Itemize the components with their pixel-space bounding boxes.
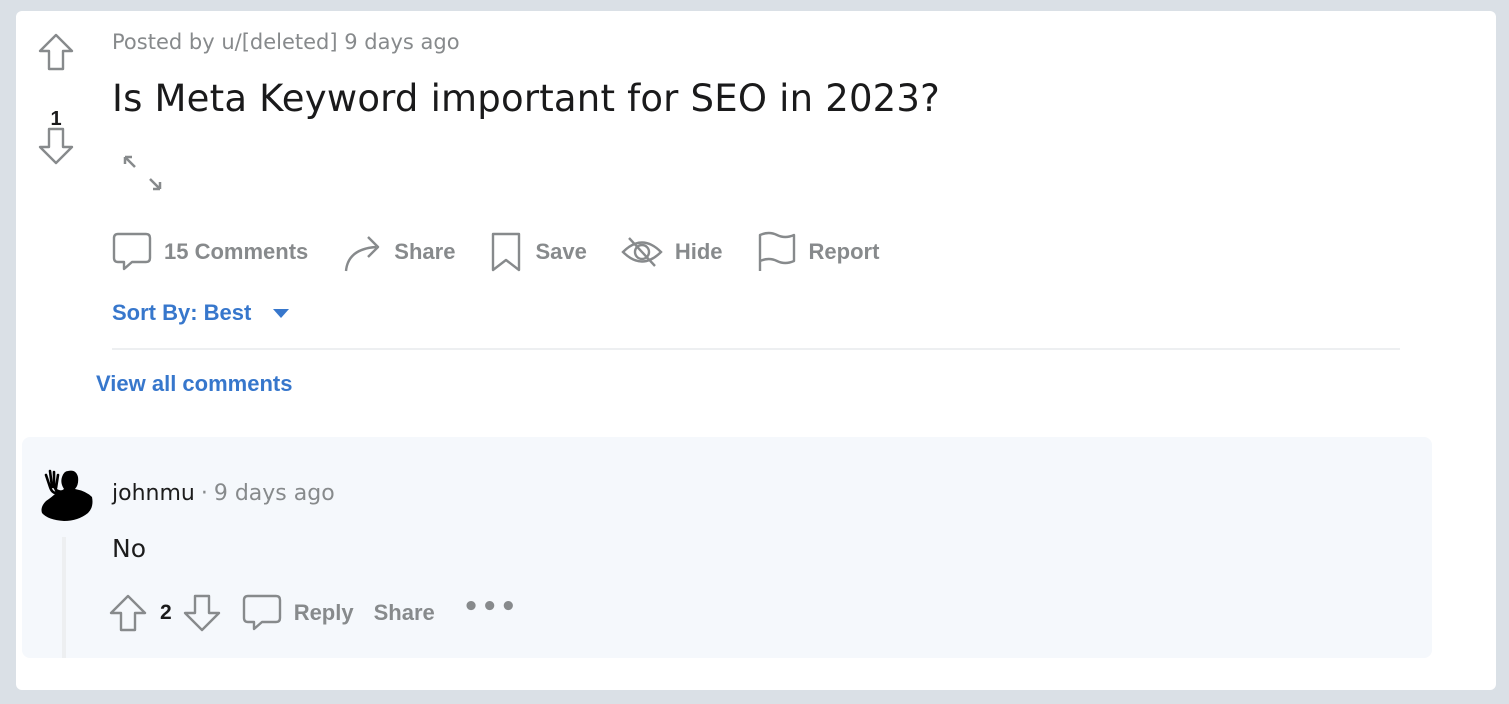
caret-down-icon [273, 308, 290, 318]
more-options-icon[interactable]: ••• [463, 592, 519, 622]
comment-upvote-arrow-icon[interactable] [108, 593, 148, 633]
view-all-comments-link[interactable]: View all comments [96, 371, 292, 397]
post-author[interactable]: u/[deleted] [221, 30, 337, 54]
post-actions-bar: 15 Comments Share Save Hide Report [112, 227, 913, 277]
upvote-arrow-icon[interactable] [38, 33, 74, 71]
comment-header: johnmu · 9 days ago [112, 481, 335, 506]
reply-label: Reply [293, 600, 354, 625]
sort-dropdown[interactable]: Sort By: Best [112, 300, 290, 326]
comment-share-button[interactable]: Share [374, 600, 435, 626]
share-arrow-icon [345, 236, 380, 272]
comments-count-label: 15 Comments [164, 239, 309, 264]
separator-dot: · [200, 481, 208, 506]
share-button[interactable]: Share [342, 231, 455, 273]
divider [112, 348, 1400, 350]
share-label: Share [394, 239, 456, 264]
reply-button[interactable]: Reply [242, 593, 354, 633]
report-button[interactable]: Report [757, 231, 880, 273]
thread-collapse-line[interactable] [62, 537, 66, 658]
save-button[interactable]: Save [489, 231, 587, 273]
comment: johnmu · 9 days ago No 2 Reply Share ••• [22, 437, 1432, 658]
comment-icon [112, 232, 152, 271]
hide-button[interactable]: Hide [621, 235, 723, 269]
flag-icon [758, 231, 795, 271]
comment-downvote-arrow-icon[interactable] [182, 593, 222, 633]
post-meta: Posted by u/[deleted] 9 days ago [112, 30, 460, 54]
hide-label: Hide [674, 239, 723, 264]
downvote-arrow-icon[interactable] [38, 127, 74, 165]
bookmark-icon [492, 232, 521, 272]
comment-actions-bar: 2 Reply Share ••• [108, 592, 519, 633]
comment-share-label: Share [373, 600, 435, 625]
avatar[interactable] [38, 463, 98, 523]
comments-button[interactable]: 15 Comments [112, 231, 308, 273]
eye-slash-icon [621, 237, 663, 267]
comment-body: No [112, 534, 146, 563]
sort-label: Sort By: Best [112, 300, 252, 325]
save-label: Save [535, 239, 587, 264]
post-time: 9 days ago [344, 30, 460, 54]
post-card: 1 Posted by u/[deleted] 9 days ago Is Me… [16, 11, 1496, 690]
expand-icon[interactable] [120, 153, 164, 195]
comment-score: 2 [160, 601, 172, 624]
comment-time: 9 days ago [213, 481, 335, 506]
comment-author[interactable]: johnmu [112, 481, 195, 506]
post-title: Is Meta Keyword important for SEO in 202… [112, 77, 941, 120]
report-label: Report [808, 239, 880, 264]
comment-icon [242, 594, 281, 631]
posted-by-label: Posted by [112, 30, 215, 54]
